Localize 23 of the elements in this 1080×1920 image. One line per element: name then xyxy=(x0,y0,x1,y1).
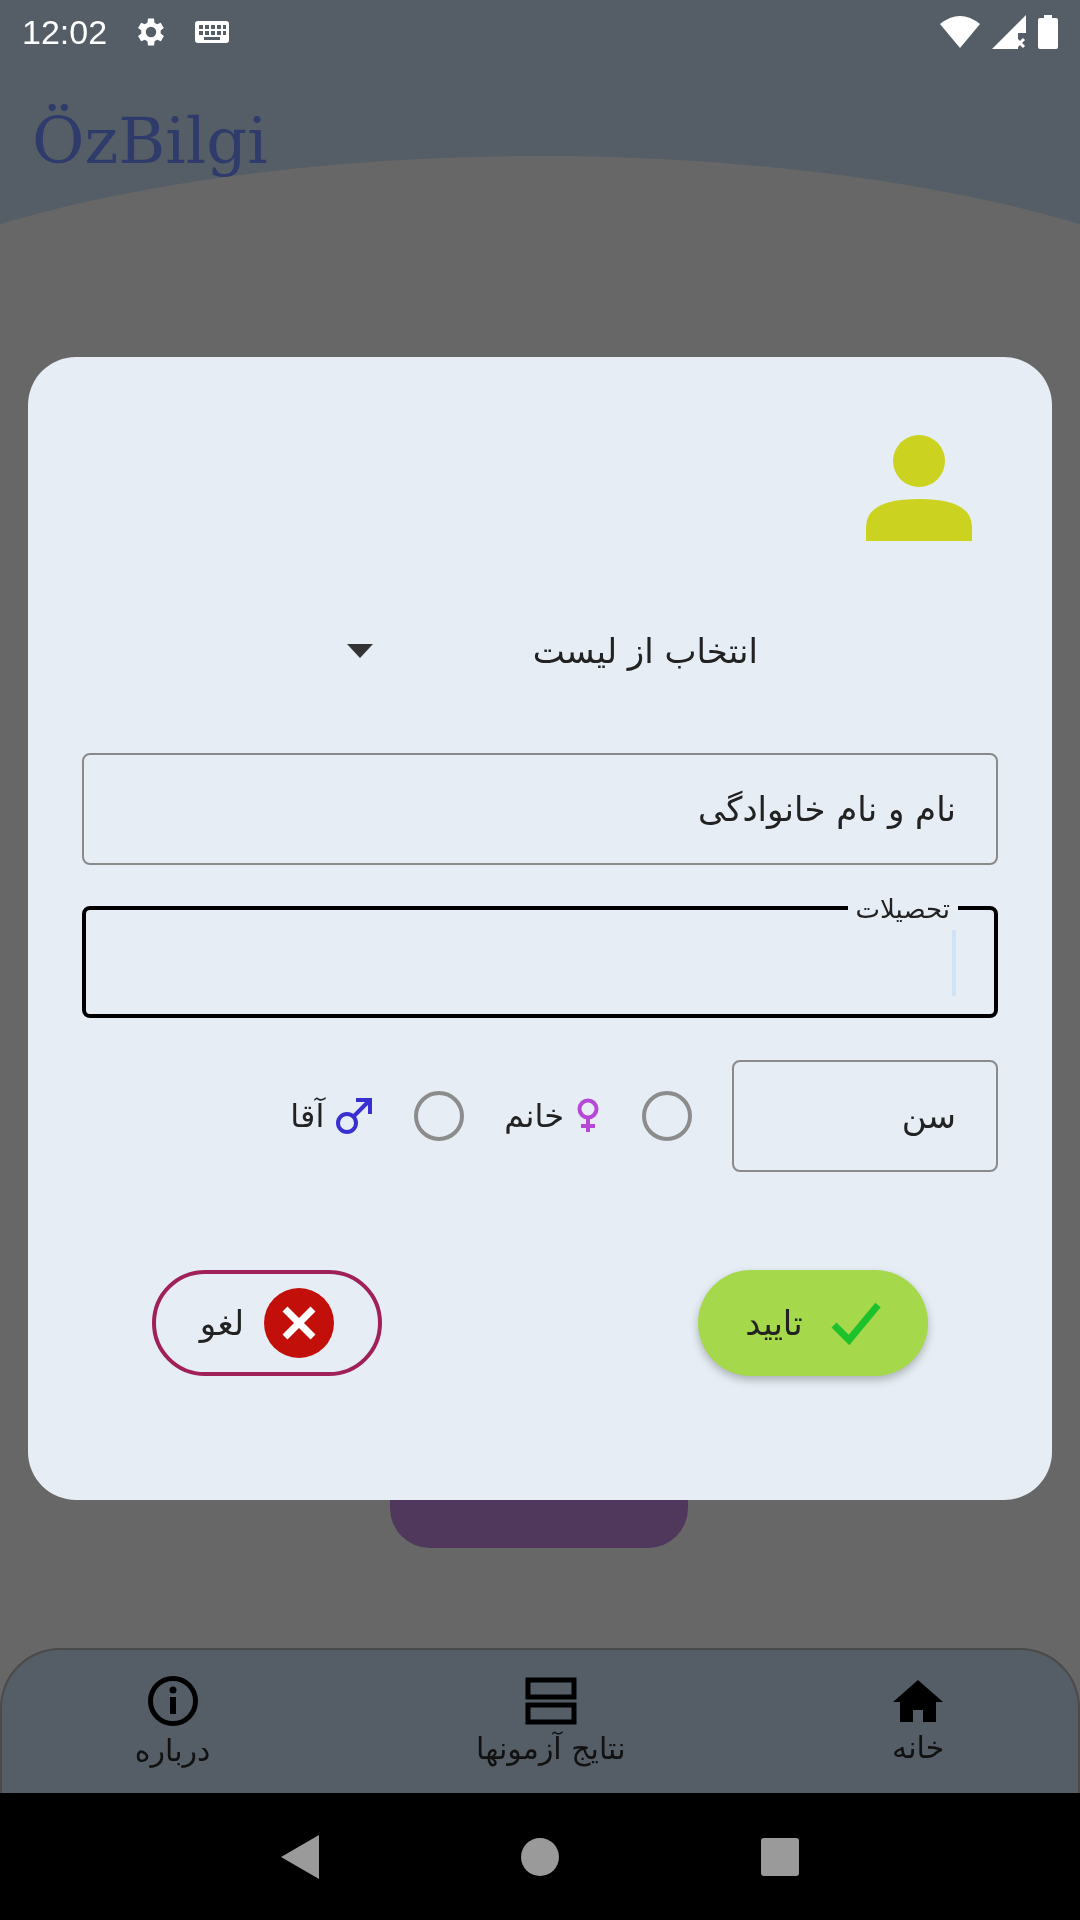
signal-icon xyxy=(992,15,1026,49)
dropdown[interactable]: انتخاب از لیست xyxy=(346,631,758,671)
recents-icon[interactable] xyxy=(761,1837,799,1876)
keyboard-icon xyxy=(195,21,230,43)
confirm-button[interactable]: تایید xyxy=(698,1270,928,1376)
back-icon[interactable] xyxy=(281,1834,319,1879)
person-icon xyxy=(866,435,972,541)
wifi-icon xyxy=(940,16,980,48)
cancel-button[interactable]: لغو xyxy=(152,1270,382,1376)
name-field[interactable]: نام و نام خانوادگی xyxy=(82,753,998,865)
age-field[interactable]: سن xyxy=(732,1060,998,1172)
list-icon xyxy=(524,1677,577,1725)
status-time: 12:02 xyxy=(22,12,108,52)
home-circle-icon[interactable] xyxy=(521,1837,559,1876)
option-label: آقا xyxy=(290,1097,325,1135)
close-icon xyxy=(264,1288,335,1358)
option-label: خانم xyxy=(504,1097,564,1135)
radio-button[interactable] xyxy=(642,1091,692,1141)
info-icon xyxy=(146,1675,199,1727)
check-icon xyxy=(830,1301,881,1345)
radio-button[interactable] xyxy=(414,1091,465,1141)
battery-icon xyxy=(1038,15,1058,49)
caret-icon xyxy=(346,644,373,658)
